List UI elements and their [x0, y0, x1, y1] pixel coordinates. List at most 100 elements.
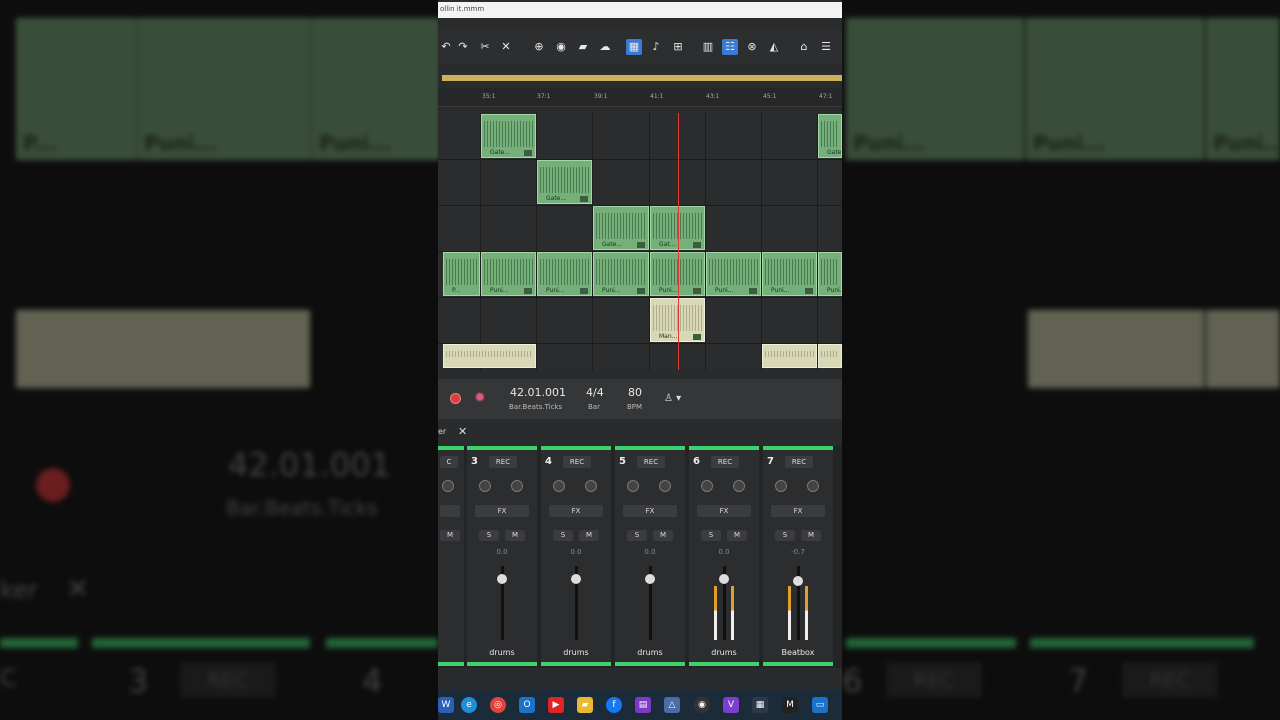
clip-label: Puni...: [827, 287, 842, 294]
rec-button[interactable]: REC: [489, 456, 517, 468]
gain-knob[interactable]: [775, 480, 787, 492]
audio-clip[interactable]: Gate...: [593, 206, 649, 250]
arrangement-grid[interactable]: Gate... Gate... Gate... Gate... Gat... P…: [438, 113, 842, 370]
calculator-icon[interactable]: ▦: [752, 697, 768, 713]
mute-button[interactable]: M: [727, 530, 747, 541]
gear-icon[interactable]: ✹: [474, 390, 486, 406]
new-project-icon[interactable]: ⊕: [531, 39, 547, 55]
fx-icon[interactable]: ⊗: [744, 39, 760, 55]
audio-clip[interactable]: [818, 344, 842, 368]
fader-handle[interactable]: [719, 574, 729, 584]
fx-button[interactable]: FX: [771, 505, 825, 517]
audio-clip[interactable]: Puni...: [706, 252, 761, 296]
clip-label: Puni...: [659, 287, 678, 294]
window-icon[interactable]: ▭: [812, 697, 828, 713]
audio-clip[interactable]: Gate...: [818, 114, 842, 158]
pads-icon[interactable]: ⊞: [670, 39, 686, 55]
youtube-icon[interactable]: ▶: [548, 697, 564, 713]
bg-clip: Puni...: [312, 18, 440, 160]
time-signature[interactable]: 4/4: [586, 386, 604, 399]
tempo-display[interactable]: 80: [628, 386, 642, 399]
audio-clip[interactable]: Puni...: [593, 252, 649, 296]
audio-clip[interactable]: Puni...: [481, 252, 536, 296]
folder-icon[interactable]: ▰: [577, 697, 593, 713]
disc-icon[interactable]: ◉: [553, 39, 569, 55]
fader-handle[interactable]: [645, 574, 655, 584]
playhead[interactable]: [678, 113, 679, 370]
export-icon[interactable]: ⌂: [796, 39, 812, 55]
audio-clip[interactable]: Puni...: [818, 252, 842, 296]
chrome-icon[interactable]: ◎: [490, 697, 506, 713]
mixer-tab[interactable]: er ✕: [438, 424, 842, 442]
pan-knob[interactable]: [511, 480, 523, 492]
mute-button[interactable]: M: [653, 530, 673, 541]
solo-button[interactable]: S: [775, 530, 795, 541]
scissors-icon[interactable]: ✂: [477, 39, 493, 55]
recorder-icon[interactable]: ◉: [694, 697, 710, 713]
folder-icon[interactable]: ▰: [575, 39, 591, 55]
pan-knob[interactable]: [585, 480, 597, 492]
pan-knob[interactable]: [807, 480, 819, 492]
gain-knob[interactable]: [553, 480, 565, 492]
metronome-icon[interactable]: ♙ ▾: [664, 393, 681, 404]
audio-clip[interactable]: P...: [443, 252, 480, 296]
gain-knob[interactable]: [479, 480, 491, 492]
music-note-icon[interactable]: ♪: [648, 39, 664, 55]
audio-clip[interactable]: [443, 344, 536, 368]
solo-button[interactable]: S: [479, 530, 499, 541]
rec-button[interactable]: REC: [563, 456, 591, 468]
pan-knob[interactable]: [733, 480, 745, 492]
fx-button[interactable]: FX: [697, 505, 751, 517]
gain-knob[interactable]: [627, 480, 639, 492]
gain-knob[interactable]: [701, 480, 713, 492]
mixer-tab-label: er: [438, 427, 447, 436]
delete-icon[interactable]: ✕: [498, 39, 514, 55]
fader-handle[interactable]: [571, 574, 581, 584]
edge-icon[interactable]: e: [461, 697, 477, 713]
outlook-icon[interactable]: O: [519, 697, 535, 713]
fx-button[interactable]: FX: [549, 505, 603, 517]
video-editor-icon[interactable]: ▤: [635, 697, 651, 713]
mute-button[interactable]: M: [505, 530, 525, 541]
audio-clip[interactable]: [762, 344, 817, 368]
loop-range-bar[interactable]: [442, 75, 842, 81]
redo-icon[interactable]: ↷: [455, 39, 471, 55]
audio-clip[interactable]: Puni...: [537, 252, 592, 296]
fx-button[interactable]: FX: [475, 505, 529, 517]
solo-button[interactable]: S: [627, 530, 647, 541]
cloud-icon[interactable]: ☁: [597, 39, 613, 55]
solo-button[interactable]: S: [701, 530, 721, 541]
mute-button[interactable]: M: [440, 530, 460, 541]
grid-view-icon[interactable]: ▦: [626, 39, 642, 55]
close-icon[interactable]: ✕: [458, 425, 467, 438]
audio-clip[interactable]: Gate...: [481, 114, 536, 158]
fx-button[interactable]: FX: [623, 505, 677, 517]
pan-knob[interactable]: [442, 480, 454, 492]
facebook-icon[interactable]: f: [606, 697, 622, 713]
rec-button[interactable]: REC: [711, 456, 739, 468]
position-display[interactable]: 42.01.001: [510, 386, 566, 399]
vegas-icon[interactable]: V: [723, 697, 739, 713]
menu-icon[interactable]: ☰: [818, 39, 834, 55]
mute-button[interactable]: M: [579, 530, 599, 541]
audio-clip[interactable]: Gate...: [537, 160, 592, 204]
pan-knob[interactable]: [659, 480, 671, 492]
solo-button[interactable]: S: [553, 530, 573, 541]
rec-button[interactable]: C: [440, 456, 458, 468]
fx-button[interactable]: [440, 505, 460, 517]
word-icon[interactable]: W: [438, 697, 454, 713]
fader-handle[interactable]: [497, 574, 507, 584]
sampler-icon[interactable]: ◭: [766, 39, 782, 55]
mute-button[interactable]: M: [801, 530, 821, 541]
rec-button[interactable]: REC: [637, 456, 665, 468]
record-button[interactable]: [450, 393, 461, 404]
fader-handle[interactable]: [793, 576, 803, 586]
piano-icon[interactable]: ▥: [700, 39, 716, 55]
mixer-icon[interactable]: ☷: [722, 39, 738, 55]
timeline-ruler[interactable]: 35:1 37:1 39:1 41:1 43:1 45:1 47:1: [438, 88, 842, 107]
audio-clip[interactable]: Puni...: [762, 252, 817, 296]
music-maker-icon[interactable]: M: [782, 697, 798, 713]
undo-icon[interactable]: ↶: [438, 39, 454, 55]
app-icon[interactable]: △: [664, 697, 680, 713]
rec-button[interactable]: REC: [785, 456, 813, 468]
